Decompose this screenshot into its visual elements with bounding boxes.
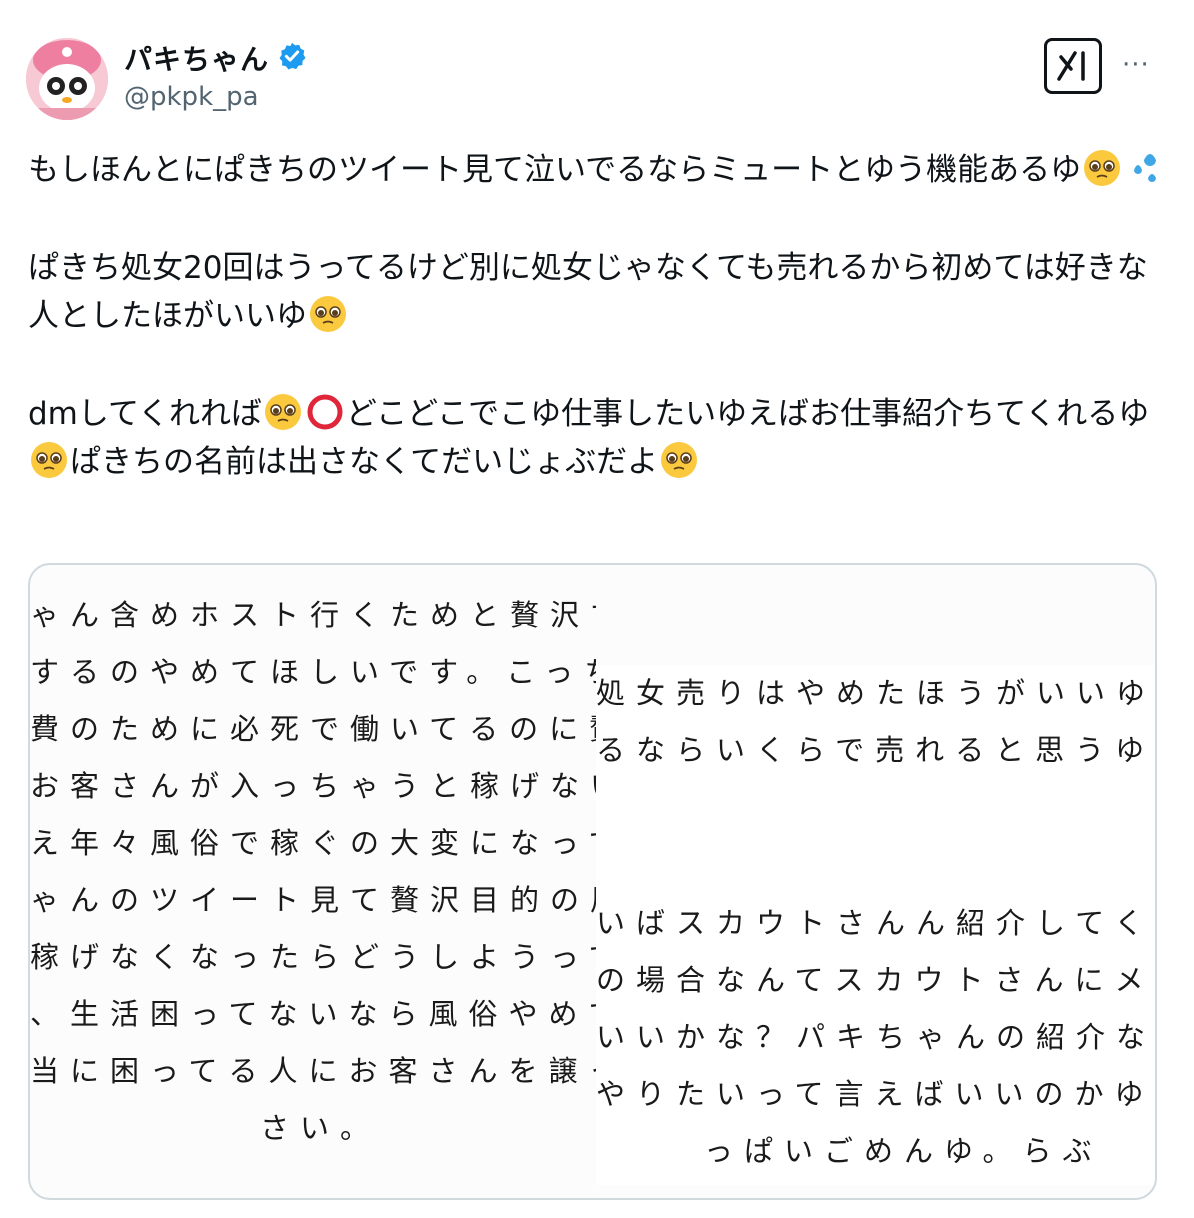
paragraph-1-text: もしほんとにぱきちのツイート見て泣いでるならミュートとゆう機能あるゆ bbox=[28, 152, 1082, 188]
grok-icon bbox=[1057, 51, 1085, 81]
name-row: パキちゃん bbox=[124, 38, 307, 78]
display-name[interactable]: パキちゃん bbox=[124, 38, 269, 78]
paragraph-1: もしほんとにぱきちのツイート見て泣いでるならミュートとゆう機能あるゆ bbox=[28, 146, 1168, 194]
tweet-text: もしほんとにぱきちのツイート見て泣いでるならミュートとゆう機能あるゆ ぱきち処女… bbox=[28, 146, 1168, 536]
avatar[interactable] bbox=[26, 38, 108, 120]
note-line: 費のために必死で働いてるのに贅 bbox=[30, 712, 596, 746]
note-line: ゃんのツイート見て贅沢目的の風 bbox=[30, 883, 596, 917]
pleading-face-icon bbox=[659, 440, 699, 480]
pleading-face-icon bbox=[29, 440, 69, 480]
note-line: いいかな？パキちゃんの紹介なん bbox=[596, 1020, 1157, 1054]
paragraph-3-text-3: ぱきちの名前は出さなくてだいじょぶだよ bbox=[70, 444, 659, 480]
note-blank-gap bbox=[596, 779, 1155, 895]
note-line: るならいくらで売れると思うゆ bbox=[596, 733, 1156, 767]
paragraph-3-text-2: どこどこでこゆ仕事したいゆえばお仕事紹介ちてくれるゆ bbox=[346, 396, 1150, 432]
note-line: 当に困ってる人にお客さんを譲っ bbox=[30, 1054, 596, 1088]
note-screenshot-left: ゃん含めホスト行くためと贅沢す するのやめてほしいです。こっち 費のために必死で… bbox=[30, 587, 596, 1187]
more-dots-icon[interactable]: ··· bbox=[1122, 50, 1150, 80]
note-line: いばスカウトさんん紹介してくれ bbox=[596, 906, 1157, 940]
note-line: やりたいって言えばいいのかゆ？ bbox=[596, 1077, 1157, 1111]
pink-character-avatar bbox=[26, 38, 108, 120]
pleading-face-icon bbox=[1082, 148, 1122, 188]
handle[interactable]: @pkpk_pa bbox=[124, 82, 259, 112]
sweat-droplets-icon bbox=[1124, 148, 1164, 188]
paragraph-3-text-1: dmしてくれれば bbox=[28, 396, 263, 432]
paragraph-3: dmしてくれれば どこどこでこゆ仕事したいゆえばお仕事紹介ちてくれるゆぱきちの名前… bbox=[28, 390, 1168, 486]
tweet-card: パキちゃん @pkpk_pa ··· もしほんとにぱきちのツイート見て泣いでるな… bbox=[0, 0, 1194, 1218]
paragraph-2-text: ぱきち処女20回はうってるけど別に処女じゃなくても売れるから初めては好きな人とし… bbox=[28, 250, 1148, 334]
pleading-face-icon bbox=[263, 392, 303, 432]
paragraph-2: ぱきち処女20回はうってるけど別に処女じゃなくても売れるから初めては好きな人とし… bbox=[28, 244, 1168, 340]
note-line: っぱいごめんゆ。らぶ bbox=[704, 1134, 1103, 1168]
grok-button[interactable] bbox=[1044, 38, 1102, 94]
note-line: 処女売りはやめたほうがいいゆ bbox=[596, 676, 1157, 710]
note-line: ゃん含めホスト行くためと贅沢す bbox=[30, 598, 596, 632]
note-line: 稼げなくなったらどうしようって bbox=[30, 940, 596, 974]
note-line: さい。 bbox=[260, 1111, 381, 1145]
note-line: え年々風俗で稼ぐの大変になって bbox=[30, 826, 596, 860]
verified-badge-icon bbox=[277, 41, 307, 75]
attached-image[interactable]: ゃん含めホスト行くためと贅沢す するのやめてほしいです。こっち 費のために必死で… bbox=[28, 563, 1157, 1200]
note-line: するのやめてほしいです。こっち bbox=[30, 655, 596, 689]
red-circle-icon bbox=[305, 392, 345, 432]
note-line: の場合なんてスカウトさんにメッ bbox=[596, 963, 1157, 997]
note-line: 、生活困ってないなら風俗やめて bbox=[30, 997, 596, 1031]
note-screenshot-right: 処女売りはやめたほうがいいゆ るならいくらで売れると思うゆ いばスカウトさんん紹… bbox=[596, 665, 1157, 1185]
pleading-face-icon bbox=[308, 294, 348, 334]
note-line: お客さんが入っちゃうと稼げない bbox=[30, 769, 596, 803]
